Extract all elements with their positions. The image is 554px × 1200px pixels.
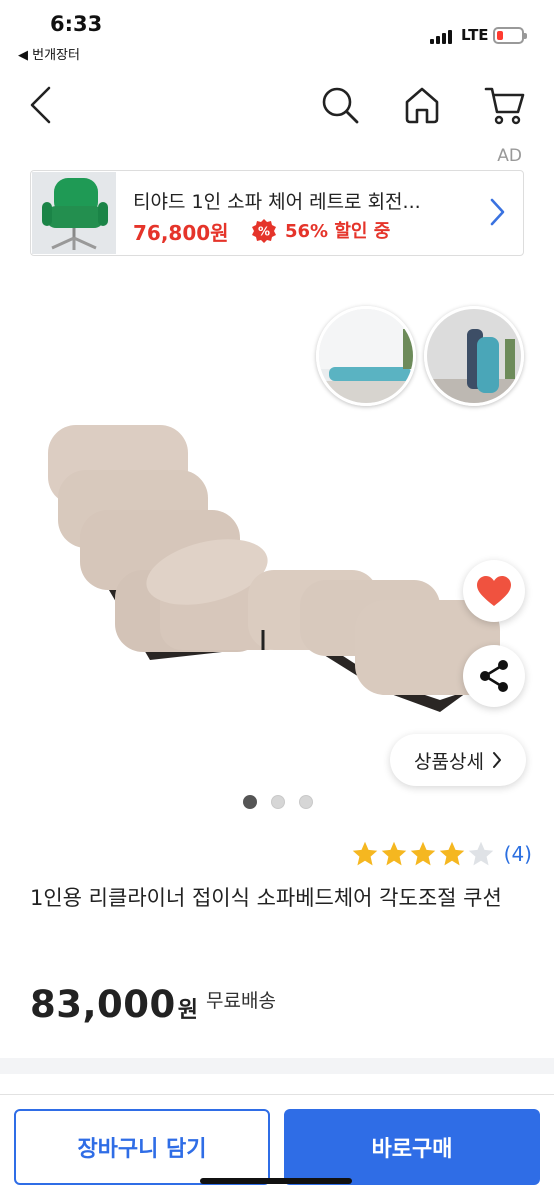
pagination-dot-1[interactable] <box>243 795 257 809</box>
nav-header <box>0 78 554 138</box>
cart-icon <box>484 87 525 125</box>
star-filled-icon <box>439 841 464 866</box>
add-to-cart-button[interactable]: 장바구니 담기 <box>14 1109 270 1185</box>
product-title: 1인용 리클라이너 접이식 소파베드체어 각도조절 쿠션 <box>30 886 502 910</box>
price-row: 83,000 원 무료배송 <box>30 983 276 1026</box>
ad-title: 티야드 1인 소파 체어 레트로 회전... <box>133 191 421 213</box>
buy-now-button[interactable]: 바로구매 <box>284 1109 540 1185</box>
product-thumbnail-2[interactable] <box>424 306 524 406</box>
network-label: LTE <box>461 26 489 44</box>
home-icon <box>405 87 439 124</box>
product-detail-label: 상품상세 <box>414 750 484 773</box>
section-divider <box>0 1058 554 1074</box>
home-button[interactable] <box>397 78 447 132</box>
pagination-dot-3[interactable] <box>299 795 313 809</box>
like-button[interactable] <box>463 560 525 622</box>
action-bar-divider <box>0 1094 554 1095</box>
heart-icon <box>477 576 511 606</box>
back-button[interactable] <box>15 78 65 132</box>
discount-badge-icon: % <box>252 219 276 243</box>
back-to-app-link[interactable]: ◀ 번개장터 <box>18 44 80 63</box>
star-filled-icon <box>352 841 377 866</box>
battery-icon <box>493 27 527 44</box>
review-count[interactable]: (4) <box>504 842 532 866</box>
search-button[interactable] <box>315 78 365 132</box>
cart-button[interactable] <box>480 78 530 132</box>
signal-icon <box>430 28 454 44</box>
rating[interactable]: (4) <box>351 840 532 868</box>
pagination-dot-2[interactable] <box>271 795 285 809</box>
ad-banner[interactable]: 티야드 1인 소파 체어 레트로 회전... 76,800원 % 56% 할인 … <box>30 170 524 256</box>
ad-thumbnail <box>32 172 116 254</box>
home-indicator <box>200 1178 352 1184</box>
chevron-left-icon <box>30 86 51 124</box>
chevron-right-icon <box>492 752 501 768</box>
star-filled-icon <box>381 841 406 866</box>
share-icon <box>480 660 508 692</box>
status-bar: 6:33 ◀ 번개장터 LTE <box>0 0 554 70</box>
product-detail-button[interactable]: 상품상세 <box>390 734 526 786</box>
shipping-info: 무료배송 <box>206 990 276 1012</box>
chevron-right-icon <box>490 198 505 226</box>
star-empty-icon <box>468 841 493 866</box>
ad-discount: 56% 할인 중 <box>285 221 391 242</box>
status-time: 6:33 <box>50 12 103 36</box>
share-button[interactable] <box>463 645 525 707</box>
star-filled-icon <box>410 841 435 866</box>
search-icon <box>322 87 359 124</box>
image-pagination <box>243 795 313 809</box>
price-unit: 원 <box>177 998 199 1023</box>
ad-price: 76,800원 <box>133 221 229 245</box>
ad-label: AD <box>497 146 522 166</box>
product-thumbnail-1[interactable] <box>316 306 416 406</box>
product-price: 83,000 <box>30 983 176 1026</box>
discount-badge-symbol: % <box>258 225 270 239</box>
